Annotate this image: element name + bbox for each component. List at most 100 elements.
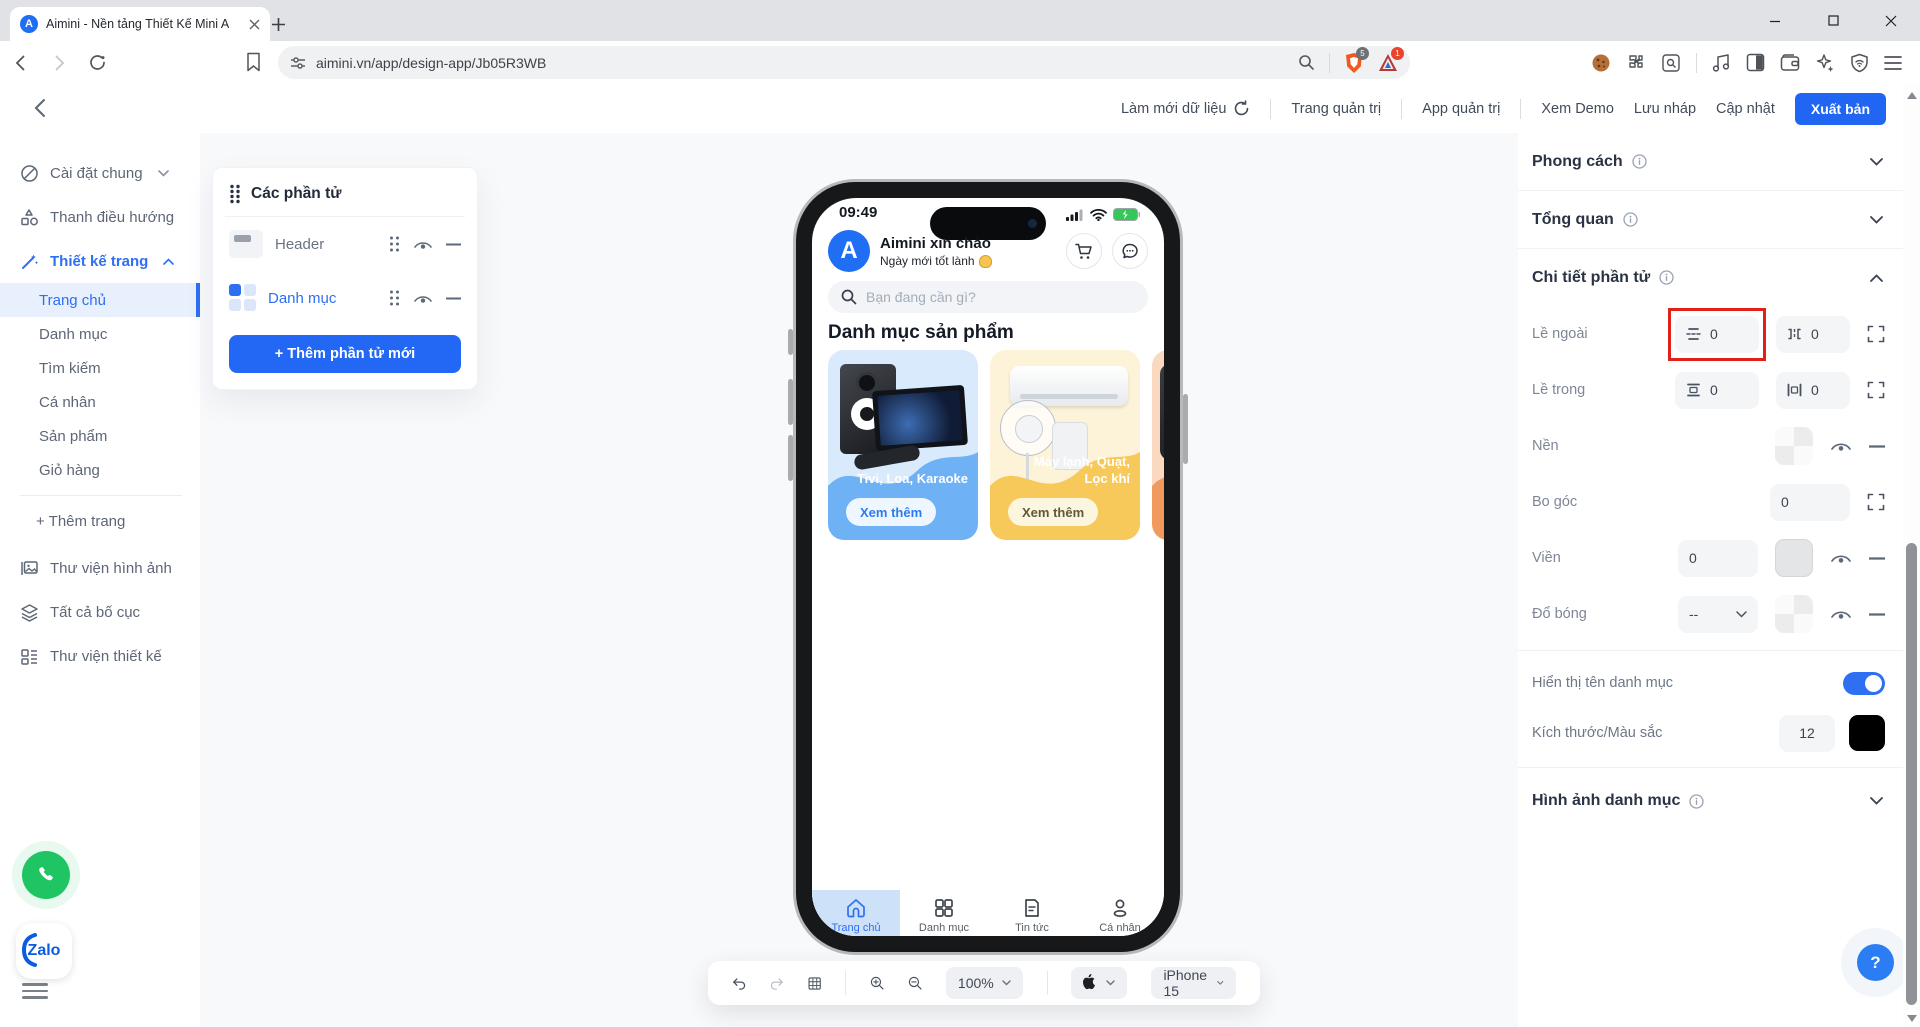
text-color-swatch[interactable] xyxy=(1849,715,1885,751)
call-support-button[interactable] xyxy=(22,851,70,899)
sidebar-item-image-library[interactable]: Thư viện hình ảnh xyxy=(0,546,200,590)
sidebar-collapse-menu-icon[interactable] xyxy=(22,983,48,999)
sidebar-page-products[interactable]: Sản phẩm xyxy=(0,419,200,453)
window-minimize-button[interactable] xyxy=(1746,0,1804,41)
expand-corners-icon[interactable] xyxy=(1867,381,1885,399)
url-text[interactable]: aimini.vn/app/design-app/Jb05R3WB xyxy=(316,55,546,71)
sidebar-page-cart[interactable]: Giỏ hàng xyxy=(0,453,200,487)
inner-margin-horizontal-input[interactable]: 0 xyxy=(1776,371,1850,409)
element-row-header[interactable]: Header xyxy=(229,217,461,271)
zoom-out-icon[interactable] xyxy=(908,973,922,993)
scrollbar-thumb[interactable] xyxy=(1906,543,1917,1005)
remove-minus-icon[interactable] xyxy=(1869,444,1885,448)
add-element-button[interactable]: + Thêm phần tử mới xyxy=(229,335,461,373)
admin-app-button[interactable]: App quản trị xyxy=(1422,101,1500,117)
sidebar-panel-icon[interactable] xyxy=(1746,53,1765,72)
page-scrollbar[interactable] xyxy=(1903,84,1920,1027)
save-draft-button[interactable]: Lưu nháp xyxy=(1634,101,1696,117)
undo-icon[interactable] xyxy=(732,975,746,992)
remove-minus-icon[interactable] xyxy=(446,243,461,246)
visibility-eye-icon[interactable] xyxy=(1830,551,1852,565)
drag-handle-icon[interactable] xyxy=(389,236,400,252)
admin-page-button[interactable]: Trang quản trị xyxy=(1291,101,1381,117)
tab-close-icon[interactable] xyxy=(249,19,260,30)
visibility-eye-icon[interactable] xyxy=(1830,607,1852,621)
shadow-color-swatch[interactable] xyxy=(1775,595,1813,633)
border-color-swatch[interactable] xyxy=(1775,539,1813,577)
zoom-level-dropdown[interactable]: 100% xyxy=(945,967,1023,999)
browser-reload-icon[interactable] xyxy=(88,53,107,72)
drag-handle-icon[interactable] xyxy=(229,184,241,204)
border-width-input[interactable]: 0 xyxy=(1678,539,1758,577)
inner-margin-vertical-input[interactable]: 0 xyxy=(1675,371,1759,409)
sidebar-item-all-layouts[interactable]: Tất cả bố cục xyxy=(0,590,200,634)
outer-margin-horizontal-input[interactable]: 0 xyxy=(1776,315,1850,353)
visibility-eye-icon[interactable] xyxy=(413,292,433,305)
brave-rewards-icon[interactable]: 1 xyxy=(1378,47,1404,72)
sidebar-page-home[interactable]: Trang chủ xyxy=(0,283,200,317)
background-color-swatch[interactable] xyxy=(1775,427,1813,465)
bookmark-icon[interactable] xyxy=(246,52,261,72)
category-card-cooling[interactable]: Máy lạnh, Quạt, Lọc khí Xem thêm xyxy=(990,350,1140,540)
publish-button[interactable]: Xuất bản xyxy=(1794,92,1886,125)
search-page-icon[interactable] xyxy=(1298,54,1315,71)
nav-categories[interactable]: Danh mục xyxy=(900,890,988,936)
visibility-eye-icon[interactable] xyxy=(413,238,433,251)
zoom-in-icon[interactable] xyxy=(870,973,884,993)
window-maximize-button[interactable] xyxy=(1804,0,1862,41)
cart-button[interactable] xyxy=(1066,233,1102,269)
remove-minus-icon[interactable] xyxy=(1869,556,1885,560)
remove-minus-icon[interactable] xyxy=(1869,612,1885,616)
leo-ai-sparkles-icon[interactable] xyxy=(1815,53,1835,73)
section-style[interactable]: Phong cách xyxy=(1518,133,1903,191)
window-close-button[interactable] xyxy=(1862,0,1920,41)
redo-icon[interactable] xyxy=(770,975,784,992)
search-in-window-icon[interactable] xyxy=(1661,53,1681,73)
nav-news[interactable]: Tin tức xyxy=(988,890,1076,936)
sidebar-item-general-settings[interactable]: Cài đặt chung xyxy=(0,151,200,195)
sidebar-item-design-library[interactable]: Thư viện thiết kế xyxy=(0,634,200,678)
nav-home[interactable]: Trang chủ xyxy=(812,890,900,936)
browser-back-icon[interactable] xyxy=(12,54,30,72)
section-element-details[interactable]: Chi tiết phần tử xyxy=(1518,249,1903,306)
expand-corners-icon[interactable] xyxy=(1867,325,1885,343)
scrollbar-up-arrow[interactable] xyxy=(1906,92,1917,99)
category-card-kitchen[interactable]: bếp, Xem xyxy=(1152,350,1164,540)
update-button[interactable]: Cập nhật xyxy=(1716,101,1775,117)
section-category-images[interactable]: Hình ảnh danh mục xyxy=(1518,776,1903,826)
view-demo-button[interactable]: Xem Demo xyxy=(1541,101,1614,117)
scrollbar-down-arrow[interactable] xyxy=(1906,1015,1917,1022)
sidebar-page-categories[interactable]: Danh mục xyxy=(0,317,200,351)
sidebar-page-profile[interactable]: Cá nhân xyxy=(0,385,200,419)
brave-shield-icon[interactable]: 5 xyxy=(1344,46,1369,74)
font-size-input[interactable]: 12 xyxy=(1779,714,1835,752)
category-card-tv-audio[interactable]: Tivi, Loa, Karaoke Xem thêm xyxy=(828,350,978,540)
visibility-eye-icon[interactable] xyxy=(1830,439,1852,453)
browser-forward-icon[interactable] xyxy=(50,54,68,72)
chat-button[interactable] xyxy=(1112,233,1148,269)
device-dropdown[interactable]: iPhone 15 xyxy=(1151,967,1237,999)
see-more-button[interactable]: Xem thêm xyxy=(846,498,937,526)
expand-corners-icon[interactable] xyxy=(1867,493,1885,511)
element-row-categories[interactable]: Danh mục xyxy=(229,271,461,325)
app-back-icon[interactable] xyxy=(30,96,52,120)
see-more-button[interactable]: Xem thêm xyxy=(1008,498,1099,526)
site-settings-icon[interactable] xyxy=(290,55,306,71)
show-category-name-toggle[interactable] xyxy=(1843,671,1885,695)
remove-minus-icon[interactable] xyxy=(446,297,461,300)
corner-radius-input[interactable]: 0 xyxy=(1770,483,1850,521)
refresh-data-button[interactable]: Làm mới dữ liệu xyxy=(1121,100,1250,117)
grid-toggle-icon[interactable] xyxy=(808,974,821,993)
new-tab-button[interactable] xyxy=(264,10,292,38)
nav-profile[interactable]: Cá nhân xyxy=(1076,890,1164,936)
phone-screen[interactable]: 09:49 A Aimini xin chào Ngày mới tốt làn… xyxy=(812,198,1164,936)
app-search-bar[interactable]: Bạn đang cần gì? xyxy=(828,281,1148,313)
media-icon[interactable] xyxy=(1712,53,1731,73)
drag-handle-icon[interactable] xyxy=(389,290,400,306)
section-overview[interactable]: Tổng quan xyxy=(1518,191,1903,249)
browser-tab[interactable]: A Aimini - Nền tảng Thiết Kế Mini A xyxy=(10,7,270,41)
sidebar-item-page-design[interactable]: Thiết kế trang xyxy=(0,239,200,283)
sidebar-add-page-button[interactable]: + Thêm trang xyxy=(0,504,200,538)
vpn-shield-icon[interactable] xyxy=(1850,53,1869,73)
extensions-puzzle-icon[interactable] xyxy=(1626,53,1646,73)
